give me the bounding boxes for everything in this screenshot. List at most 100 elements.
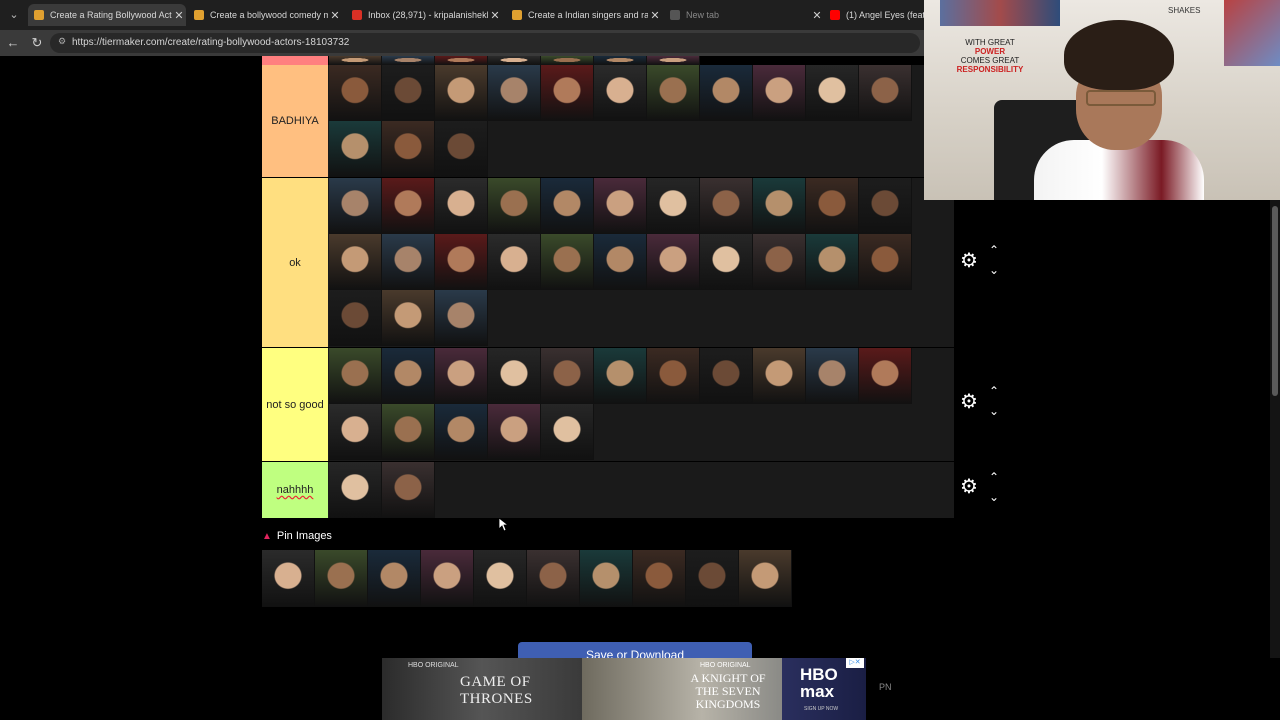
actor-thumbnail[interactable] (435, 404, 488, 460)
actor-thumbnail[interactable] (859, 65, 912, 121)
actor-thumbnail[interactable] (435, 348, 488, 404)
actor-thumbnail[interactable] (806, 65, 859, 121)
actor-thumbnail[interactable] (435, 290, 488, 346)
actor-thumbnail[interactable] (435, 178, 488, 234)
tab-new-tab[interactable]: New tab ✕ (664, 4, 824, 26)
actor-thumbnail[interactable] (382, 290, 435, 346)
actor-thumbnail[interactable] (421, 550, 474, 607)
actor-thumbnail[interactable] (488, 404, 541, 460)
actor-thumbnail[interactable] (382, 234, 435, 290)
actor-thumbnail[interactable] (700, 348, 753, 404)
actor-thumbnail[interactable] (647, 234, 700, 290)
adchoices-icon[interactable]: ▷✕ (846, 658, 864, 668)
actor-thumbnail[interactable] (700, 234, 753, 290)
actor-thumbnail[interactable] (594, 56, 647, 65)
close-tab-icon[interactable]: ✕ (488, 9, 502, 22)
actor-thumbnail[interactable] (594, 234, 647, 290)
tier-label[interactable]: BADHIYA (262, 65, 328, 177)
close-tab-icon[interactable]: ✕ (648, 9, 662, 22)
actor-thumbnail[interactable] (647, 348, 700, 404)
actor-thumbnail[interactable] (488, 234, 541, 290)
actor-thumbnail[interactable] (753, 348, 806, 404)
actor-thumbnail[interactable] (700, 178, 753, 234)
actor-thumbnail[interactable] (753, 234, 806, 290)
actor-thumbnail[interactable] (806, 178, 859, 234)
actor-thumbnail[interactable] (633, 550, 686, 607)
actor-thumbnail[interactable] (329, 65, 382, 121)
actor-thumbnail[interactable] (315, 550, 368, 607)
move-up-icon[interactable]: ⌃ (986, 471, 1002, 483)
close-tab-icon[interactable]: ✕ (328, 9, 342, 22)
close-tab-icon[interactable]: ✕ (172, 9, 186, 22)
actor-thumbnail[interactable] (382, 121, 435, 177)
actor-thumbnail[interactable] (541, 234, 594, 290)
tab-indian-singers[interactable]: Create a Indian singers and rapper ✕ (506, 4, 662, 26)
actor-thumbnail[interactable] (594, 178, 647, 234)
actor-thumbnail[interactable] (594, 65, 647, 121)
actor-thumbnail[interactable] (753, 178, 806, 234)
actor-thumbnail[interactable] (700, 65, 753, 121)
actor-thumbnail[interactable] (329, 348, 382, 404)
tab-rating-bollywood-actors[interactable]: Create a Rating Bollywood Actors ✕ (28, 4, 186, 26)
actor-thumbnail[interactable] (541, 65, 594, 121)
actor-thumbnail[interactable] (859, 178, 912, 234)
actor-thumbnail[interactable] (488, 65, 541, 121)
move-down-icon[interactable]: ⌄ (986, 264, 1002, 276)
actor-thumbnail[interactable] (382, 348, 435, 404)
actor-thumbnail[interactable] (541, 348, 594, 404)
actor-thumbnail[interactable] (329, 178, 382, 234)
actor-thumbnail[interactable] (382, 56, 435, 65)
actor-thumbnail[interactable] (329, 404, 382, 460)
actor-thumbnail[interactable] (739, 550, 792, 607)
tier-label[interactable]: ok (262, 178, 328, 347)
actor-thumbnail[interactable] (382, 65, 435, 121)
gear-icon[interactable]: ⚙ (958, 250, 980, 272)
actor-thumbnail[interactable] (262, 550, 315, 607)
move-down-icon[interactable]: ⌄ (986, 405, 1002, 417)
actor-thumbnail[interactable] (382, 462, 435, 518)
actor-thumbnail[interactable] (488, 56, 541, 65)
actor-thumbnail[interactable] (580, 550, 633, 607)
tier-label[interactable]: not so good (262, 348, 328, 461)
reload-icon[interactable]: ↻ (28, 34, 46, 52)
actor-thumbnail[interactable] (806, 234, 859, 290)
actor-thumbnail[interactable] (541, 404, 594, 460)
actor-thumbnail[interactable] (806, 348, 859, 404)
actor-thumbnail[interactable] (382, 404, 435, 460)
actor-thumbnail[interactable] (382, 178, 435, 234)
actor-thumbnail[interactable] (686, 550, 739, 607)
actor-thumbnail[interactable] (527, 550, 580, 607)
tier-label[interactable]: nahhhh (262, 462, 328, 518)
close-tab-icon[interactable]: ✕ (810, 9, 824, 22)
actor-thumbnail[interactable] (474, 550, 527, 607)
tab-bollywood-comedy[interactable]: Create a bollywood comedy movie ✕ (188, 4, 342, 26)
move-up-icon[interactable]: ⌃ (986, 244, 1002, 256)
url-field[interactable]: ⚙ https://tiermaker.com/create/rating-bo… (50, 33, 920, 53)
actor-thumbnail[interactable] (753, 65, 806, 121)
actor-thumbnail[interactable] (329, 234, 382, 290)
actor-thumbnail[interactable] (329, 121, 382, 177)
site-info-icon[interactable]: ⚙ (58, 36, 66, 47)
hbo-max-ad[interactable]: HBO ORIGINAL GAME OF THRONES HBO ORIGINA… (382, 658, 866, 720)
actor-thumbnail[interactable] (368, 550, 421, 607)
actor-thumbnail[interactable] (329, 56, 382, 65)
tab-search-icon[interactable]: ⌄ (4, 5, 24, 25)
actor-thumbnail[interactable] (541, 56, 594, 65)
actor-thumbnail[interactable] (594, 348, 647, 404)
move-down-icon[interactable]: ⌄ (986, 491, 1002, 503)
tab-youtube[interactable]: (1) Angel Eyes (feat. Ju (824, 4, 924, 26)
actor-thumbnail[interactable] (329, 462, 382, 518)
actor-thumbnail[interactable] (859, 348, 912, 404)
actor-thumbnail[interactable] (541, 178, 594, 234)
move-up-icon[interactable]: ⌃ (986, 385, 1002, 397)
actor-thumbnail[interactable] (435, 56, 488, 65)
actor-thumbnail[interactable] (329, 290, 382, 346)
actor-thumbnail[interactable] (435, 234, 488, 290)
tab-gmail-inbox[interactable]: Inbox (28,971) - kripalanishekhar@ ✕ (346, 4, 502, 26)
actor-thumbnail[interactable] (859, 234, 912, 290)
save-or-download-button[interactable]: Save or Download (518, 642, 752, 658)
actor-thumbnail[interactable] (647, 178, 700, 234)
gear-icon[interactable]: ⚙ (958, 391, 980, 413)
actor-thumbnail[interactable] (435, 121, 488, 177)
gear-icon[interactable]: ⚙ (958, 476, 980, 498)
